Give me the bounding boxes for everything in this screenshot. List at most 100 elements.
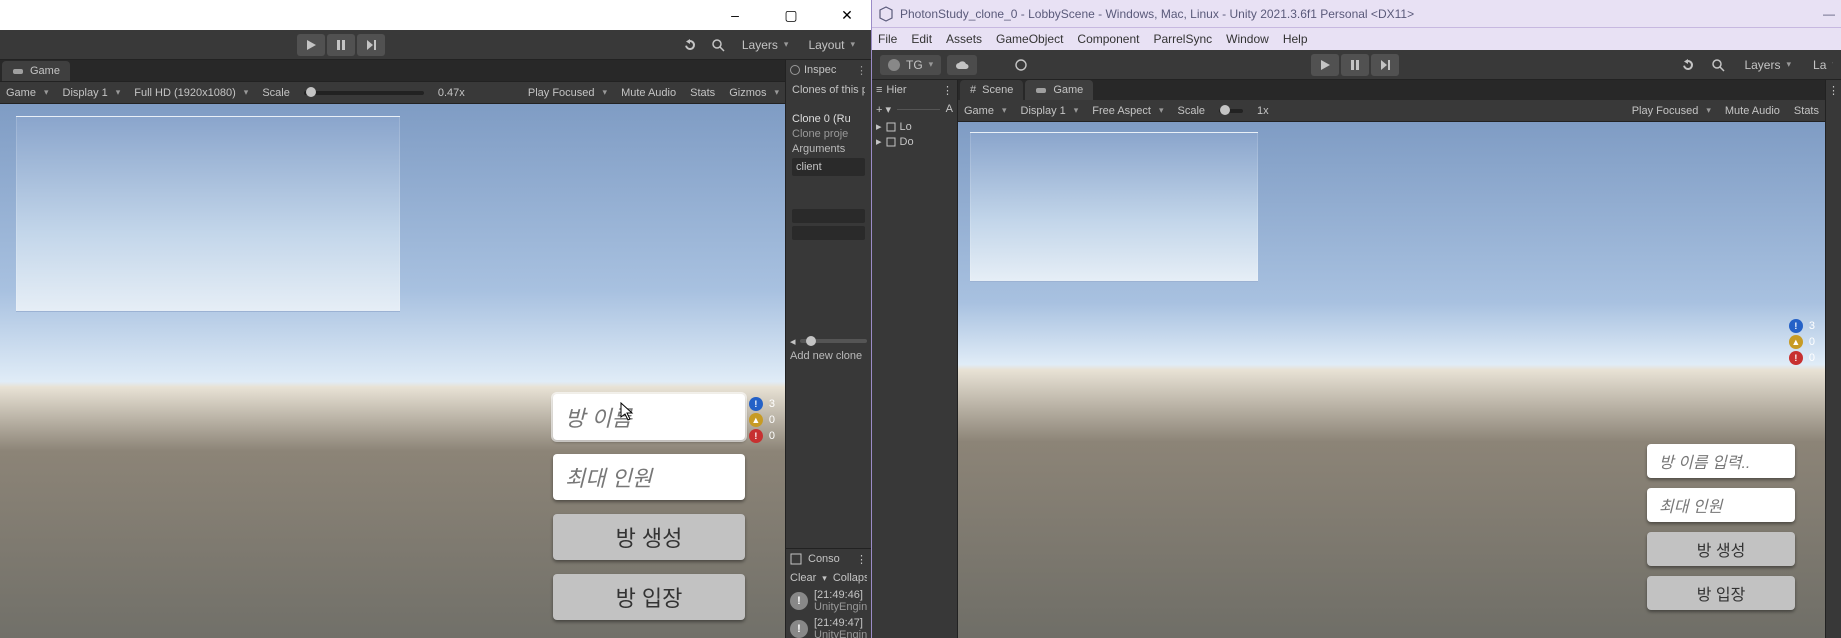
scale-slider[interactable]: [1219, 109, 1243, 113]
console-collapse-toggle[interactable]: Collaps: [833, 572, 867, 584]
search-icon[interactable]: A: [946, 103, 953, 115]
foldout-icon[interactable]: ▸: [876, 135, 882, 148]
warn-badge[interactable]: ▲0: [743, 412, 781, 428]
kebab-icon[interactable]: ⋮: [856, 553, 867, 566]
create-room-button[interactable]: 방 생성: [553, 514, 745, 560]
undo-history-icon[interactable]: [1676, 54, 1700, 76]
layout-dropdown[interactable]: La: [1805, 54, 1833, 76]
info-count: 3: [1809, 320, 1815, 332]
stats-toggle[interactable]: Stats: [1788, 105, 1825, 117]
kebab-icon[interactable]: ⋮: [1828, 84, 1839, 97]
clone-item-title[interactable]: Clone 0 (Ru: [792, 113, 865, 125]
game-camera-dropdown[interactable]: Game: [0, 83, 55, 103]
window-minimize-button[interactable]: —: [1823, 7, 1835, 21]
info-badge[interactable]: !3: [743, 396, 781, 412]
mute-audio-toggle[interactable]: Mute Audio: [615, 87, 682, 99]
error-icon: !: [1789, 351, 1803, 365]
undo-history-icon[interactable]: [678, 34, 702, 56]
console-clear-button[interactable]: Clear: [790, 572, 816, 584]
search-icon[interactable]: [1706, 54, 1730, 76]
menu-edit[interactable]: Edit: [911, 32, 932, 46]
room-name-input[interactable]: 방 이름: [553, 394, 745, 440]
account-dropdown[interactable]: TG: [880, 55, 941, 75]
console-row[interactable]: ! [21:49:46] UnityEngin: [786, 587, 871, 615]
game-camera-dropdown[interactable]: Game: [958, 101, 1013, 121]
hierarchy-tab[interactable]: ≡ Hier ⋮: [872, 80, 957, 100]
hierarchy-panel: ≡ Hier ⋮ + ▾ A ▸ Lo ▸ Do: [872, 80, 958, 638]
layers-dropdown[interactable]: Layers: [1736, 54, 1799, 76]
game-tab-label: Game: [30, 65, 60, 77]
add-new-clone-button[interactable]: Add new clone: [786, 348, 871, 364]
inspector-tab-label: Inspec: [804, 64, 836, 76]
console-tab-label[interactable]: Conso: [808, 553, 840, 565]
kebab-icon[interactable]: ⋮: [856, 64, 867, 77]
chevron-left-icon[interactable]: ◂: [790, 335, 796, 348]
services-icon[interactable]: [1009, 54, 1033, 76]
menu-parrelsync[interactable]: ParrelSync: [1153, 32, 1212, 46]
resolution-dropdown[interactable]: Full HD (1920x1080): [128, 83, 254, 103]
console-row[interactable]: ! [21:49:47] UnityEngin: [786, 615, 871, 638]
window-titlebar[interactable]: PhotonStudy_clone_0 - LobbyScene - Windo…: [872, 0, 1841, 28]
menu-window[interactable]: Window: [1226, 32, 1269, 46]
menu-gameobject[interactable]: GameObject: [996, 32, 1063, 46]
max-players-input[interactable]: 최대 인원: [1647, 488, 1795, 522]
play-focused-dropdown[interactable]: Play Focused: [522, 83, 613, 103]
menu-help[interactable]: Help: [1283, 32, 1308, 46]
menu-component[interactable]: Component: [1077, 32, 1139, 46]
window-maximize-button[interactable]: ▢: [771, 1, 811, 29]
window-minimize-button[interactable]: –: [715, 1, 755, 29]
cloud-icon: [955, 60, 969, 70]
info-badge[interactable]: !3: [1783, 318, 1821, 334]
clones-slider[interactable]: ◂: [786, 334, 871, 348]
kebab-icon[interactable]: ⋮: [942, 84, 953, 97]
room-name-input[interactable]: 방 이름 입력..: [1647, 444, 1795, 478]
resolution-dropdown[interactable]: Free Aspect: [1086, 101, 1169, 121]
lobby-ui: 방 이름 입력.. 최대 인원 방 생성 방 입장: [1647, 444, 1795, 610]
join-room-button[interactable]: 방 입장: [1647, 576, 1795, 610]
play-focused-dropdown[interactable]: Play Focused: [1626, 101, 1717, 121]
display-dropdown[interactable]: Display 1: [1015, 101, 1085, 121]
error-badge[interactable]: !0: [1783, 350, 1821, 366]
game-viewport[interactable]: 방 이름 최대 인원 방 생성 방 입장 !3 ▲0 !0: [0, 104, 785, 638]
clone-bar-2: [792, 226, 865, 240]
step-button[interactable]: [1371, 54, 1399, 76]
menu-file[interactable]: File: [878, 32, 897, 46]
layout-dropdown[interactable]: Layout: [800, 34, 863, 56]
foldout-icon[interactable]: ▸: [876, 120, 882, 133]
create-room-button[interactable]: 방 생성: [1647, 532, 1795, 566]
scene-tab[interactable]: # Scene: [960, 80, 1023, 100]
warn-badge[interactable]: ▲0: [1783, 334, 1821, 350]
pause-button[interactable]: [1341, 54, 1369, 76]
pause-button[interactable]: [327, 34, 355, 56]
inspector-panel-collapsed[interactable]: ⋮: [1825, 80, 1841, 638]
game-tab[interactable]: Game: [1025, 80, 1093, 100]
account-label: TG: [906, 58, 923, 72]
create-dropdown[interactable]: + ▾: [876, 103, 891, 116]
play-button[interactable]: [297, 34, 325, 56]
layers-dropdown[interactable]: Layers: [734, 34, 797, 56]
mute-audio-toggle[interactable]: Mute Audio: [1719, 105, 1786, 117]
max-players-input[interactable]: 최대 인원: [553, 454, 745, 500]
scale-slider[interactable]: [304, 91, 424, 95]
display-dropdown[interactable]: Display 1: [57, 83, 127, 103]
play-button[interactable]: [1311, 54, 1339, 76]
render-texture-panel: [16, 116, 400, 312]
cloud-button[interactable]: [947, 55, 977, 75]
error-badge[interactable]: !0: [743, 428, 781, 444]
hierarchy-item[interactable]: ▸ Do: [876, 135, 953, 148]
game-viewport[interactable]: 방 이름 입력.. 최대 인원 방 생성 방 입장 !3 ▲0 !0: [958, 122, 1825, 638]
game-tab[interactable]: Game: [2, 61, 70, 81]
hierarchy-item[interactable]: ▸ Lo: [876, 120, 953, 133]
stats-toggle[interactable]: Stats: [684, 87, 721, 99]
step-button[interactable]: [357, 34, 385, 56]
gizmos-dropdown[interactable]: Gizmos: [723, 83, 785, 103]
clone-arguments-label: Arguments: [792, 143, 865, 155]
clone-arguments-field[interactable]: client: [792, 158, 865, 176]
scene-game-tabs: # Scene Game: [958, 80, 1825, 100]
search-icon[interactable]: [706, 34, 730, 56]
window-close-button[interactable]: ✕: [827, 1, 867, 29]
inspector-tab[interactable]: Inspec ⋮: [786, 60, 871, 80]
menu-assets[interactable]: Assets: [946, 32, 982, 46]
join-room-button[interactable]: 방 입장: [553, 574, 745, 620]
max-players-placeholder: 최대 인원: [565, 461, 652, 493]
